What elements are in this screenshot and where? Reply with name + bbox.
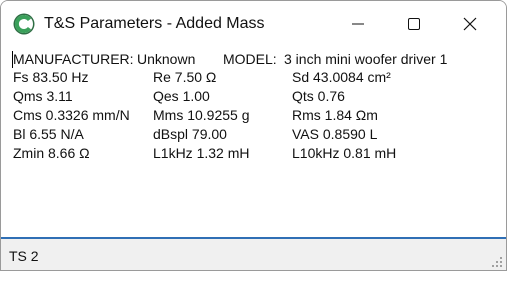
maximize-button[interactable] — [386, 1, 442, 47]
param-dbspl: dBspl 79.00 — [153, 126, 227, 142]
status-bar: TS 2 — [1, 239, 506, 270]
resize-grip-icon[interactable] — [492, 257, 502, 267]
maximize-icon — [408, 18, 420, 30]
param-sd: Sd 43.0084 cm² — [292, 69, 391, 85]
parameters-text-area[interactable]: MANUFACTURER: Unknown MODEL: 3 inch mini… — [5, 47, 502, 237]
param-qms: Qms 3.11 — [13, 88, 73, 104]
param-re: Re 7.50 Ω — [153, 69, 217, 85]
close-icon — [463, 17, 477, 31]
param-qes: Qes 1.00 — [153, 88, 210, 104]
window-title: T&S Parameters - Added Mass — [44, 15, 265, 32]
param-l1khz: L1kHz 1.32 mH — [153, 145, 250, 161]
app-logo-c-icon — [13, 13, 35, 35]
model-label: MODEL: — [223, 51, 277, 67]
param-mms: Mms 10.9255 g — [153, 107, 250, 123]
close-button[interactable] — [442, 1, 498, 47]
param-rms: Rms 1.84 Ωm — [292, 107, 378, 123]
manufacturer-value: Unknown — [137, 51, 196, 67]
param-vas: VAS 0.8590 L — [292, 126, 378, 142]
param-fs: Fs 83.50 Hz — [13, 69, 89, 85]
param-bl: Bl 6.55 N/A — [13, 126, 84, 142]
model-value: 3 inch mini woofer driver 1 — [284, 51, 448, 67]
title-bar[interactable]: T&S Parameters - Added Mass — [1, 1, 506, 47]
minimize-button[interactable] — [330, 1, 386, 47]
parameters-window: T&S Parameters - Added Mass MANUFACTURER… — [0, 0, 507, 271]
manufacturer-label: MANUFACTURER: — [13, 51, 134, 67]
param-cms: Cms 0.3326 mm/N — [13, 107, 130, 123]
minimize-icon — [352, 23, 364, 25]
param-l10khz: L10kHz 0.81 mH — [292, 145, 397, 161]
status-text: TS 2 — [9, 248, 39, 264]
param-zmin: Zmin 8.66 Ω — [13, 145, 90, 161]
param-qts: Qts 0.76 — [292, 88, 345, 104]
